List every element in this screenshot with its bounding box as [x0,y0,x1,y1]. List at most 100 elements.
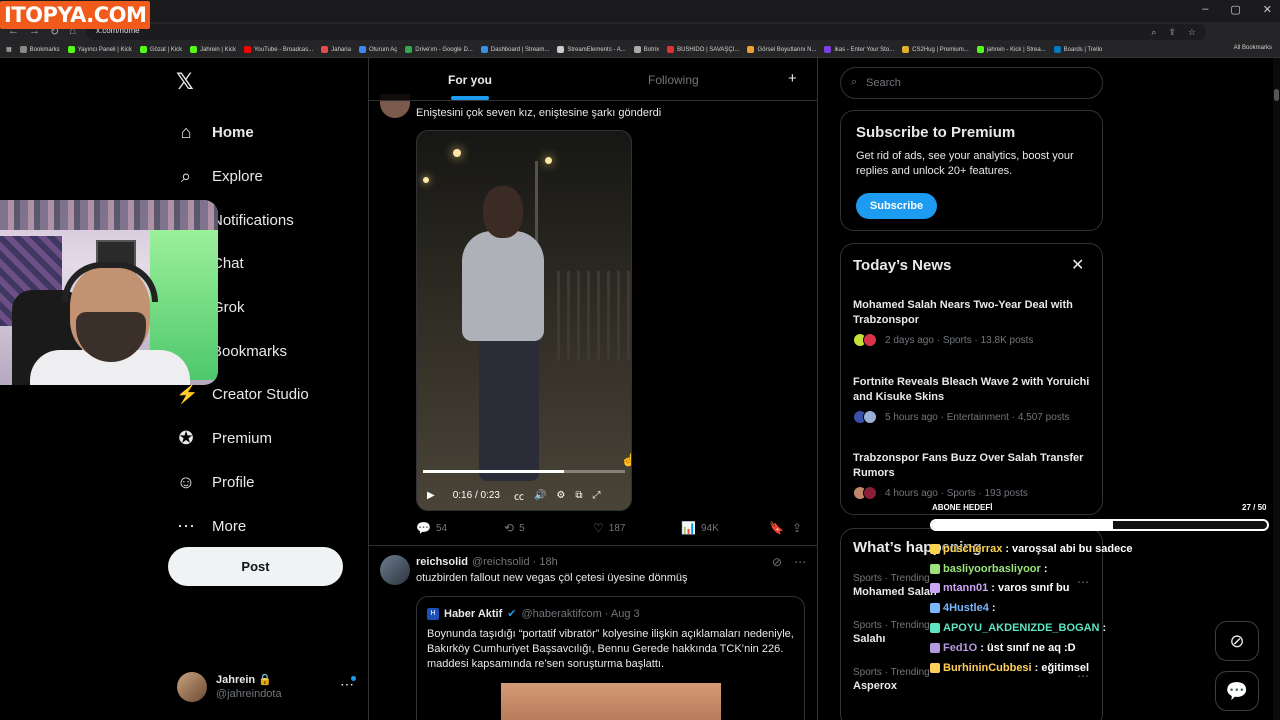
account-switcher[interactable]: Jahrein 🔒 @jahreindota ⋯ [177,670,357,706]
sidebar-item-profile[interactable]: ☺ Profile [176,461,356,505]
bookmark-item[interactable]: Bookmarks [19,46,60,53]
bookmark-favicon-icon [557,46,565,53]
grok-icon[interactable]: ⊘ [772,555,782,569]
scrollbar-thumb[interactable] [1274,89,1279,101]
bookmark-item[interactable]: Oturum Aç [358,46,397,53]
settings-icon[interactable]: ⚙ [556,490,565,501]
chat-badge-icon [930,623,940,634]
bookmark-label: Botrix [643,46,660,53]
bookmark-item[interactable]: Jaharia [321,46,351,53]
news-headline: Mohamed Salah Nears Two-Year Deal with T… [853,299,1073,326]
video-player[interactable]: ☝ ▶ 0:16 / 0:23 ㏄ 🔊 ⚙ ⧉ ⤢ [416,130,632,511]
bookmark-item[interactable]: YouTube - Broadcas... [243,46,313,53]
premium-title: Subscribe to Premium [856,124,1016,141]
bookmark-item[interactable]: jahrein - Kick | Strea... [976,46,1046,53]
chat-badge-icon [930,563,940,574]
bookmark-favicon-icon [480,46,488,53]
scrollbar[interactable] [1273,58,1280,720]
tweet-author-name[interactable]: reichsolid [416,556,468,568]
star-icon[interactable]: ☆ [1188,27,1196,38]
reply-button[interactable]: 💬 54 [416,521,447,535]
bookmark-item[interactable]: CS2Hug | Premium... [902,46,969,53]
explore-icon: ⌕ [180,166,192,187]
bookmark-item[interactable]: BUSHIDO | SAVAŞÇI... [667,46,739,53]
repost-button[interactable]: ⟲ 5 [504,521,525,535]
maximize-button[interactable]: ▢ [1230,3,1240,16]
column-divider [817,58,818,720]
add-tab-icon[interactable]: + [788,70,797,87]
active-tab-indicator [451,96,489,100]
bookmark-item[interactable]: Yayıncı Paneli | Kick [67,46,132,53]
like-button[interactable]: ♡ 187 [593,521,625,535]
bookmark-favicon-icon [902,46,910,53]
x-logo-icon[interactable]: 𝕏 [176,70,194,95]
news-item[interactable]: Trabzonspor Fans Buzz Over Salah Transfe… [853,451,1093,500]
video-street-light [453,149,461,157]
bookmark-item[interactable]: StreamElements - A... [557,46,626,53]
minimize-button[interactable]: – [1202,3,1208,16]
bookmark-favicon-icon [358,46,366,53]
tab-following[interactable]: Following [648,73,699,87]
fullscreen-icon[interactable]: ⤢ [593,490,601,501]
bookmark-item[interactable]: Gözat | Kick [139,46,182,53]
pip-icon[interactable]: ⧉ [575,490,582,501]
bookmark-item[interactable]: ikas - Enter Your Sto... [824,46,894,53]
tab-for-you[interactable]: For you [448,73,492,87]
premium-icon: ✪ [178,428,194,449]
close-icon[interactable]: ✕ [1071,255,1084,275]
chat-text: : [1043,562,1048,575]
sidebar-item-home[interactable]: ⌂ Home [176,111,356,155]
post-button[interactable]: Post [168,547,343,586]
mouse-cursor-icon: ☝ [621,453,631,467]
sub-goal-label: ABONE HEDEFİ [932,503,993,512]
play-icon[interactable]: ▶ [427,490,435,501]
sidebar-item-more[interactable]: ⋯ More [176,504,356,548]
bookmark-item[interactable]: Görsel Boyutlarını N... [747,46,816,53]
quoted-tweet[interactable]: H Haber Aktif ✔ @haberaktifcom · Aug 3 B… [416,596,805,720]
quote-author-handle: @haberaktifcom · Aug 3 [521,607,640,620]
news-item[interactable]: Fortnite Reveals Bleach Wave 2 with Yoru… [853,375,1093,424]
share-icon[interactable]: ⇪ [1168,27,1176,38]
bookmark-item[interactable]: Dashboard | Stream... [480,46,549,53]
captions-icon[interactable]: ㏄ [514,488,524,503]
views-button[interactable]: 📊 94K [681,521,719,535]
bookmark-favicon-icon [190,46,198,53]
webcam-shelf [0,200,218,230]
quote-image[interactable] [501,683,721,720]
bookmark-item[interactable]: Jahrein | Kick [190,46,236,53]
views-icon: 📊 [681,521,696,535]
bookmark-label: Yayıncı Paneli | Kick [77,46,132,53]
bookmark-label: jahrein - Kick | Strea... [986,46,1046,53]
view-count: 94K [700,522,719,534]
tweet-actions: 💬 54 ⟲ 5 ♡ 187 📊 94K 🔖 ⇪ [416,521,808,537]
url-field[interactable]: x.com/home ⌕ ⇪ ☆ [86,24,1206,40]
sidebar-item-premium[interactable]: ✪ Premium [176,417,356,461]
search-input[interactable]: ⌕ Search [840,67,1103,99]
close-window-button[interactable]: ✕ [1263,3,1272,16]
tweet-avatar[interactable] [380,555,410,585]
bookmark-item[interactable]: Botrix [633,46,660,53]
bookmark-item[interactable]: Drive'ım - Google D... [405,46,473,53]
tweet-author-handle[interactable]: @reichsolid · 18h [472,556,558,568]
zoom-icon[interactable]: ⌕ [1151,27,1156,38]
messages-fab-icon[interactable]: 💬 [1215,671,1259,711]
bookmark-button[interactable]: 🔖 [769,521,784,535]
account-handle: @jahreindota [216,688,282,700]
share-button[interactable]: ⇪ [792,521,802,535]
chat-message: puscherrax: varoşsal abi bu sadece [930,539,1150,559]
more-icon: ⋯ [177,515,195,536]
sidebar-item-explore[interactable]: ⌕ Explore [176,155,356,199]
bookmark-label: StreamElements - A... [567,46,626,53]
grok-fab-icon[interactable]: ⊘ [1215,621,1259,661]
tweet-more-icon[interactable]: ⋯ [794,555,806,569]
chat-badge-icon [930,583,940,594]
apps-icon[interactable]: ▦ [6,46,12,53]
bookmark-item[interactable]: Boards | Trello [1053,46,1102,53]
volume-icon[interactable]: 🔊 [534,490,546,501]
subscribe-button[interactable]: Subscribe [856,193,937,219]
all-bookmarks-link[interactable]: All Bookmarks [1234,45,1272,51]
news-item[interactable]: Mohamed Salah Nears Two-Year Deal with T… [853,298,1093,347]
bookmark-favicon-icon [824,46,832,53]
chat-username: 4Hustle4 [943,602,989,615]
video-railing [557,271,631,361]
